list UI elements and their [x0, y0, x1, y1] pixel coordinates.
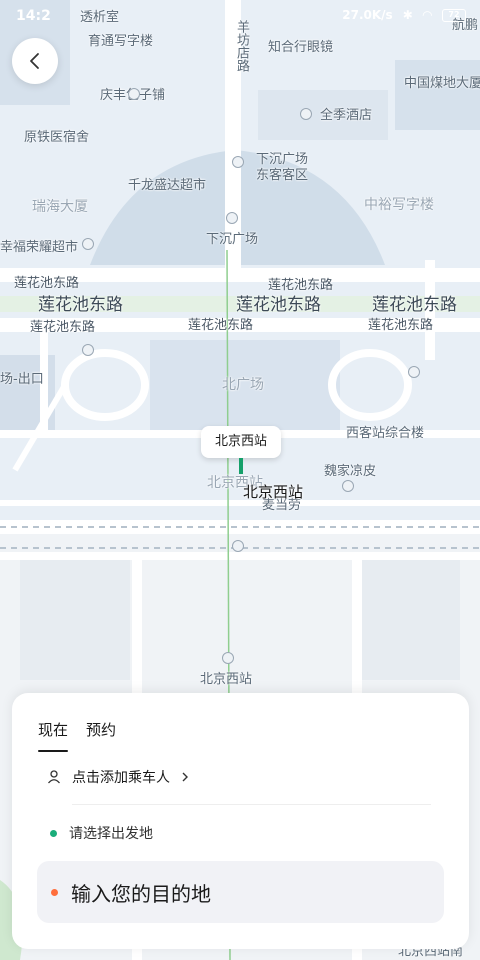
map-label-xingfu: 幸福荣耀超市 — [0, 240, 79, 255]
destination-placeholder: 输入您的目的地 — [71, 881, 211, 906]
map-label-qianlong: 千龙盛达超市 — [128, 178, 207, 193]
map-label-lianhua-4: 莲花池东路 — [188, 318, 254, 333]
poi-icon — [222, 652, 234, 664]
status-bar: 14:2 27.0K/s ✱ ◠ 72 — [0, 0, 480, 34]
map-label-lianhua-big-3: 莲花池东路 — [372, 295, 457, 315]
chevron-right-icon — [182, 772, 188, 782]
poi-icon — [226, 212, 238, 224]
poi-icon — [408, 366, 420, 378]
map-label-xiachen2: 下沉广场 — [206, 232, 259, 247]
origin-placeholder: 请选择出发地 — [69, 826, 153, 842]
station-pin-icon — [239, 458, 243, 474]
map-label-ruihai: 瑞海大厦 — [32, 199, 88, 215]
map-label-chukou: 场-出口 — [0, 372, 44, 387]
map-label-lianhua-big-2: 莲花池东路 — [236, 295, 321, 315]
poi-icon — [232, 540, 244, 552]
map-label-lianhua-big-1: 莲花池东路 — [38, 295, 123, 315]
poi-icon — [232, 156, 244, 168]
tab-reserve[interactable]: 预约 — [86, 719, 116, 748]
poi-icon — [82, 238, 94, 250]
map-label-beiguangchang: 北广场 — [222, 377, 264, 393]
map-label-station-bottom: 北京西站 — [200, 672, 253, 687]
panel-divider — [72, 804, 431, 805]
destination-dot-icon — [51, 888, 58, 896]
map-label-zhihe: 知合行眼镜 — [268, 40, 334, 55]
network-speed: 27.0K/s — [342, 8, 393, 22]
map-label-coal: 中国煤地大厦 — [404, 76, 480, 91]
map-label-zhongyu: 中裕写字楼 — [364, 197, 434, 213]
bluetooth-icon: ✱ — [402, 8, 413, 22]
back-button[interactable] — [12, 38, 58, 84]
ride-time-tabs: 现在 预约 — [38, 719, 116, 752]
map-label-yuanliang: 原铁医宿舍 — [24, 130, 90, 145]
map-label-lianhua-3: 莲花池东路 — [30, 320, 96, 335]
chevron-left-icon — [30, 53, 39, 69]
person-icon — [48, 770, 60, 784]
status-indicators: 27.0K/s ✱ ◠ 72 — [342, 8, 466, 22]
origin-dot-icon — [50, 829, 57, 837]
map-label-weijia: 魏家凉皮 — [324, 464, 377, 479]
poi-icon — [128, 88, 140, 100]
destination-field[interactable]: 输入您的目的地 — [37, 861, 444, 923]
ride-request-panel: 现在 预约 点击添加乘车人 请选择出发地 输入您的目的地 — [12, 693, 469, 949]
map-label-lianhua-5: 莲花池东路 — [368, 318, 434, 333]
add-passenger-button[interactable]: 点击添加乘车人 — [46, 767, 190, 787]
origin-field[interactable]: 请选择出发地 — [50, 823, 153, 843]
map-label-dongke: 东客客区 — [256, 168, 309, 183]
map-label-lianhua-1: 莲花池东路 — [14, 276, 80, 291]
station-marker-tag[interactable]: 北京西站 — [201, 426, 281, 458]
poi-icon — [82, 344, 94, 356]
station-marker-label: 北京西站 — [243, 483, 304, 501]
poi-icon — [342, 480, 354, 492]
map-label-quanji: 全季酒店 — [320, 108, 373, 123]
status-time: 14:2 — [16, 8, 51, 24]
add-passenger-label: 点击添加乘车人 — [72, 770, 170, 786]
poi-icon — [300, 108, 312, 120]
wifi-icon: ◠ — [422, 8, 432, 22]
battery-icon: 72 — [442, 8, 466, 22]
tab-now[interactable]: 现在 — [38, 719, 69, 752]
map-label-xikezhan: 西客站综合楼 — [346, 426, 425, 441]
